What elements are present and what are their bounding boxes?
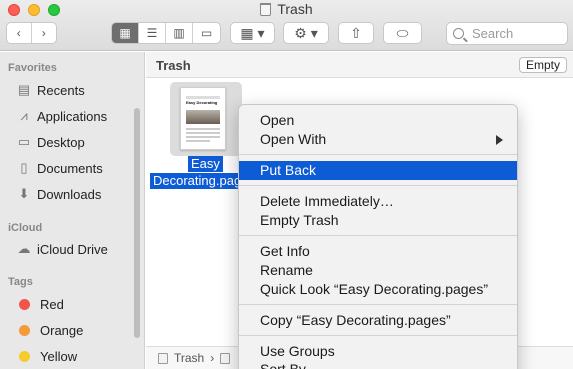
gallery-view-button[interactable]: ▭ xyxy=(193,23,220,43)
context-menu: Open Open With Put Back Delete Immediate… xyxy=(238,104,518,369)
share-icon: ⇧ xyxy=(350,24,362,41)
orange-tag-icon xyxy=(19,324,30,336)
menu-item-open-with[interactable]: Open With xyxy=(239,130,517,149)
window-toolbar: Trash ‹ › ▦ ☰ ▥ ▭ ▦ ▾ ⚙ ▾ ⇧ ⬭ Search xyxy=(0,0,573,51)
sidebar: Favorites ▤ Recents ⩘ Applications ▭ Des… xyxy=(0,52,145,369)
yellow-tag-icon xyxy=(19,350,30,362)
menu-separator xyxy=(239,304,517,305)
sidebar-item-icloud-drive[interactable]: ☁ iCloud Drive xyxy=(16,239,108,259)
back-button[interactable]: ‹ xyxy=(7,23,32,43)
list-icon: ☰ xyxy=(146,26,158,40)
menu-item-copy[interactable]: Copy “Easy Decorating.pages” xyxy=(239,311,517,330)
doc-thumb-title: Easy Decorating xyxy=(186,100,218,105)
menu-item-empty-trash[interactable]: Empty Trash xyxy=(239,211,517,230)
trash-icon xyxy=(260,3,272,16)
menu-item-sort-by[interactable]: Sort By xyxy=(239,360,517,369)
menu-item-use-groups[interactable]: Use Groups xyxy=(239,342,517,361)
file-name-line1[interactable]: Easy xyxy=(188,156,223,172)
doc-text-line xyxy=(186,136,220,138)
menu-separator xyxy=(239,235,517,236)
sidebar-item-tag-red[interactable]: Red xyxy=(16,294,64,314)
group-by-button[interactable]: ▦ ▾ xyxy=(230,22,275,44)
sidebar-scrollbar[interactable] xyxy=(134,108,140,338)
sidebar-item-applications[interactable]: ⩘ Applications xyxy=(16,106,107,126)
icon-view-button[interactable]: ▦ xyxy=(112,23,139,43)
menu-separator xyxy=(239,154,517,155)
window-title: Trash xyxy=(0,1,573,17)
cloud-icon: ☁ xyxy=(17,241,31,256)
sidebar-item-downloads[interactable]: ⬇ Downloads xyxy=(16,184,102,204)
chevron-right-icon: › xyxy=(41,26,46,40)
gallery-icon: ▭ xyxy=(200,26,213,40)
sidebar-item-recents[interactable]: ▤ Recents xyxy=(16,80,85,100)
doc-line xyxy=(186,96,220,99)
location-label: Trash xyxy=(156,58,191,73)
recents-icon: ▤ xyxy=(17,82,31,97)
columns-icon: ▥ xyxy=(173,26,185,40)
tags-heading: Tags xyxy=(8,276,33,288)
view-mode-selector: ▦ ☰ ▥ ▭ xyxy=(111,22,221,44)
doc-text-line xyxy=(186,128,220,130)
file-name-line2[interactable]: Decorating.page xyxy=(150,173,252,189)
red-tag-icon xyxy=(19,298,30,310)
menu-separator xyxy=(239,185,517,186)
column-view-button[interactable]: ▥ xyxy=(166,23,193,43)
chevron-left-icon: ‹ xyxy=(16,26,21,40)
tag-icon: ⬭ xyxy=(396,24,409,41)
gear-icon: ⚙ ▾ xyxy=(294,24,318,41)
grid-icon: ▦ xyxy=(119,26,131,40)
forward-button[interactable]: › xyxy=(32,23,56,43)
sidebar-item-tag-orange[interactable]: Orange xyxy=(16,320,83,340)
doc-text-line xyxy=(186,132,220,134)
doc-text-line xyxy=(186,140,210,142)
trash-icon xyxy=(158,352,168,364)
menu-item-delete-immediately[interactable]: Delete Immediately… xyxy=(239,192,517,211)
empty-trash-button[interactable]: Empty xyxy=(518,57,567,73)
menu-item-get-info[interactable]: Get Info xyxy=(239,242,517,261)
sidebar-item-desktop[interactable]: ▭ Desktop xyxy=(16,132,85,152)
menu-item-quick-look[interactable]: Quick Look “Easy Decorating.pages” xyxy=(239,280,517,299)
list-view-button[interactable]: ☰ xyxy=(139,23,166,43)
favorites-heading: Favorites xyxy=(8,62,57,74)
tags-button[interactable]: ⬭ xyxy=(383,22,422,44)
submenu-arrow-icon xyxy=(496,135,503,145)
sidebar-item-tag-yellow[interactable]: Yellow xyxy=(16,346,77,366)
path-item-trash[interactable]: Trash xyxy=(174,351,204,365)
document-icon xyxy=(220,352,231,364)
desktop-icon: ▭ xyxy=(17,134,31,149)
search-icon xyxy=(453,28,464,39)
nav-buttons: ‹ › xyxy=(6,22,57,44)
doc-image xyxy=(186,110,220,124)
search-field[interactable]: Search xyxy=(446,22,568,45)
path-separator-icon: › xyxy=(210,351,215,365)
group-icon: ▦ ▾ xyxy=(240,24,265,41)
action-button[interactable]: ⚙ ▾ xyxy=(283,22,329,44)
file-thumbnail[interactable]: Easy Decorating xyxy=(180,87,226,150)
location-header: Trash Empty xyxy=(146,52,573,78)
share-button[interactable]: ⇧ xyxy=(338,22,374,44)
search-placeholder: Search xyxy=(472,26,514,41)
icloud-heading: iCloud xyxy=(8,222,43,234)
menu-item-rename[interactable]: Rename xyxy=(239,261,517,280)
downloads-icon: ⬇ xyxy=(18,186,30,201)
menu-separator xyxy=(239,335,517,336)
documents-icon: ▯ xyxy=(20,160,28,175)
menu-item-put-back[interactable]: Put Back xyxy=(239,161,517,180)
sidebar-item-documents[interactable]: ▯ Documents xyxy=(16,158,102,178)
menu-item-open[interactable]: Open xyxy=(239,111,517,130)
applications-icon: ⩘ xyxy=(20,108,28,123)
